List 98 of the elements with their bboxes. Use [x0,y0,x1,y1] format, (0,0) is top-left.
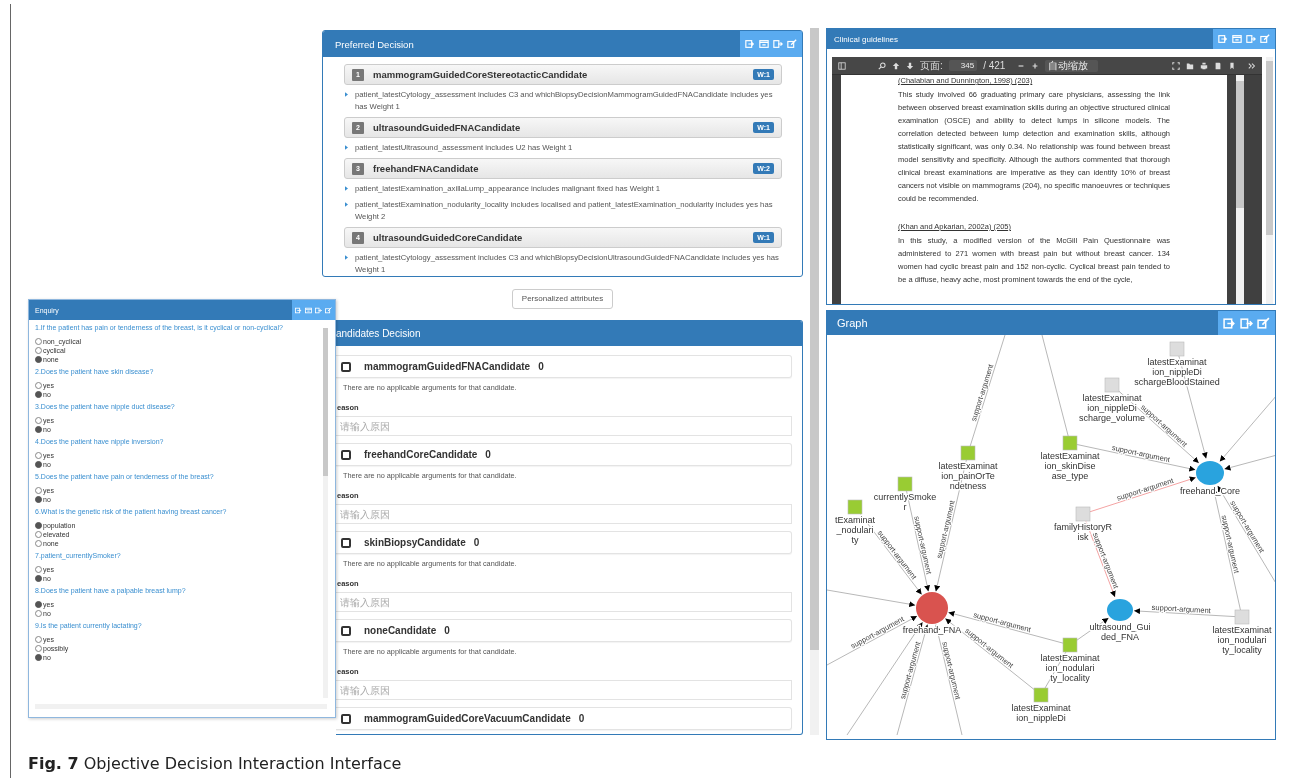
reason-field[interactable]: 请输入原因 [336,680,792,700]
graph-node[interactable] [1062,637,1078,653]
candidate-name: noneCandidate [364,625,437,636]
bullet-icon [345,186,348,191]
arrow-down-icon[interactable] [906,61,914,70]
candidate-count: 0 [578,713,585,724]
candidate-name: freehandCoreCandidate [364,449,478,460]
graph-node[interactable] [1075,506,1091,522]
scrollbar[interactable] [323,328,328,698]
graph-node[interactable] [897,476,913,492]
scrollbar[interactable] [1266,57,1273,304]
scrollbar-thumb[interactable] [1266,61,1273,236]
bullet-icon [345,255,348,260]
sign-in-icon[interactable] [745,39,755,49]
candidate-row[interactable]: mammogramGuidedFNACandidate 0 [336,355,792,378]
graph-node[interactable] [916,592,948,624]
edit-icon[interactable] [1257,316,1270,330]
candidate-name: mammogramGuidedFNACandidate [364,361,531,372]
candidate-name: ultrasoundGuidedCoreCandidate [373,232,524,243]
candidate-count: 0 [538,361,544,372]
candidate-name: mammogramGuidedCoreVacuumCandidate [364,713,571,724]
sign-out-icon[interactable] [773,39,783,49]
graph-node[interactable] [1107,599,1133,621]
page-number-field[interactable]: 345 [948,60,978,71]
window-icon[interactable] [305,306,312,314]
candidate-name: ultrasoundGuidedFNACandidate [373,122,522,133]
bullet-icon [345,202,348,207]
scrollbar[interactable] [1236,75,1244,304]
zoom-select[interactable]: 自动缩放 [1045,59,1099,72]
figure-caption: Fig. 7 Objective Decision Interaction Interface [28,754,403,773]
bullet-icon [345,145,348,150]
bullet-icon [345,92,348,97]
candidate-row[interactable]: noneCandidate 0 [336,619,792,642]
panel-title: Preferred Decision [335,38,414,50]
reason-field[interactable]: 请输入原因 [336,504,792,524]
candidate-row[interactable]: skinBiopsyCandidate 0 [336,531,792,554]
sign-out-icon[interactable] [1246,34,1256,44]
fullscreen-icon[interactable] [1172,61,1180,70]
arrow-up-icon[interactable] [892,61,900,70]
checkbox[interactable] [341,361,351,372]
graph-node[interactable] [1169,341,1185,357]
window-icon[interactable] [1232,34,1242,44]
sidebar-icon[interactable] [838,61,846,70]
edit-icon[interactable] [325,306,332,314]
node-label: latestExaminat ion_nippleDi schargeBloodStained [1134,357,1220,387]
reason-field[interactable]: 请输入原因 [336,416,792,436]
sign-in-icon[interactable] [1223,316,1236,330]
save-icon[interactable] [1214,61,1222,70]
panel-title: Graph [837,317,868,329]
graph-node[interactable] [960,445,976,461]
node-label: latestExaminat ion_nodulari ty_locality [1040,653,1100,683]
candidate-count: 0 [485,449,491,460]
graph-node[interactable] [1033,687,1049,703]
page-label: 页面: [920,60,943,71]
candidate-row[interactable]: freehandCoreCandidate 0 [336,443,792,466]
reason-field[interactable]: 请输入原因 [336,592,792,612]
personalized-attributes-button[interactable]: Personalized attributes [511,288,614,309]
graph-node[interactable] [1234,609,1250,625]
checkbox[interactable] [341,449,351,460]
checkbox[interactable] [341,713,351,724]
candidate-name: mammogramGuidedCoreStereotacticCandidate [373,69,589,80]
candidate-row[interactable]: mammogramGuidedCoreVacuumCandidate 0 [336,707,792,730]
candidate-name: skinBiopsyCandidate [364,537,466,548]
candidate-count: 0 [473,537,480,548]
zoom-in-icon[interactable] [1031,61,1040,70]
node-label: latestExaminat ion_nippleDi [1011,703,1071,723]
graph-node[interactable] [847,499,863,515]
panel-title: Clinical guidelines [834,34,899,44]
graph-node[interactable] [1196,461,1224,485]
sign-in-icon[interactable] [295,306,302,314]
node-label: freehand_FNA [902,625,962,635]
sign-in-icon[interactable] [1218,34,1228,44]
node-label: latestExaminat ion_painOrTe ndetness [938,461,998,491]
scrollbar-thumb[interactable] [323,328,328,476]
candidate-name: freehandFNACandidate [373,163,480,174]
panel-title: andidates Decision [336,328,421,339]
graph-node[interactable] [1104,377,1120,393]
bookmark-icon[interactable] [1228,61,1236,70]
checkbox[interactable] [341,537,351,548]
edit-icon[interactable] [787,39,797,49]
page-count: / 421 [983,60,1006,71]
edit-icon[interactable] [1260,34,1270,44]
sign-out-icon[interactable] [1240,316,1253,330]
node-label: ultrasound_Gui ded_FNA [1089,622,1151,642]
checkbox[interactable] [341,625,351,636]
chevrons-icon[interactable] [1248,61,1256,70]
node-label: latestExaminat ion_skinDise ase_type [1040,451,1100,481]
scrollbar-thumb[interactable] [1236,81,1244,209]
sign-out-icon[interactable] [315,306,322,314]
candidate-count: 0 [444,625,450,636]
node-label: currentlySmoke r [873,492,937,512]
folder-icon[interactable] [1186,61,1194,70]
search-icon[interactable] [878,61,886,70]
node-label: latestExaminat ion_nodulari ty_locality [1212,625,1272,655]
graph-node[interactable] [1062,435,1078,451]
print-icon[interactable] [1200,61,1208,70]
window-icon[interactable] [759,39,769,49]
node-label: tExaminat _nodulari ty [835,515,875,545]
